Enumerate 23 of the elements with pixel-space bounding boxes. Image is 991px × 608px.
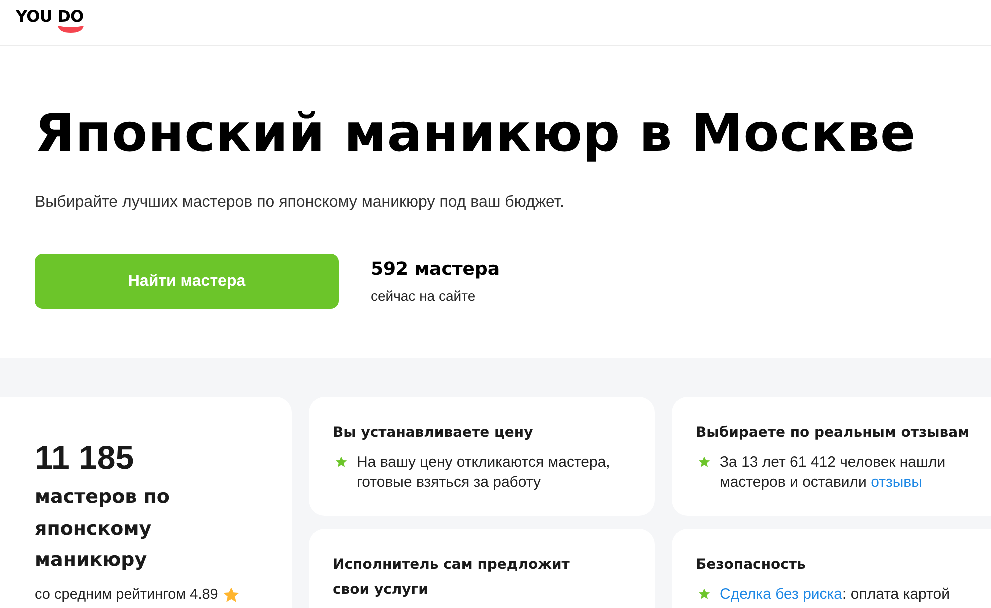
feature-text: На вашу цену откликаются мастера, готовые взяться за работу (357, 453, 612, 493)
star-icon (224, 588, 240, 602)
text-link[interactable]: отзывы (871, 474, 922, 491)
page-subtitle: Выбирайте лучших мастеров по японскому маникюру под ваш бюджет. (35, 193, 566, 213)
masters-count: 11 185 (35, 438, 134, 478)
smile-icon (58, 26, 84, 32)
feature-title: Вы устанавливаете цену (333, 424, 534, 443)
star-bullet-icon (699, 589, 710, 599)
star-bullet-icon (336, 457, 347, 467)
feature-title: Исполнитель сам предложит свои услуги (333, 556, 571, 600)
logo-link[interactable]: YOU DO (16, 8, 84, 32)
page-title: Японский маникюр в Москве (35, 103, 918, 166)
feature-title: Выбираете по реальным отзывам (696, 424, 971, 443)
star-bullet-icon (699, 457, 710, 467)
masters-caption: мастеров по японскому маникюру (35, 485, 171, 573)
feature-text: Сделка без риска: оплата картой (720, 585, 951, 605)
find-master-button[interactable]: Найти мастера (35, 254, 339, 309)
online-caption: сейчас на сайте (371, 287, 476, 306)
online-count: 592 мастера (371, 258, 500, 282)
rating-text: со средним рейтингом 4.89 (35, 586, 218, 604)
feature-text: За 13 лет 61 412 человек нашли мастеров и оставили отзывы (720, 453, 947, 493)
text-link[interactable]: Сделка без риска (720, 586, 843, 603)
feature-title: Безопасность (696, 556, 807, 575)
